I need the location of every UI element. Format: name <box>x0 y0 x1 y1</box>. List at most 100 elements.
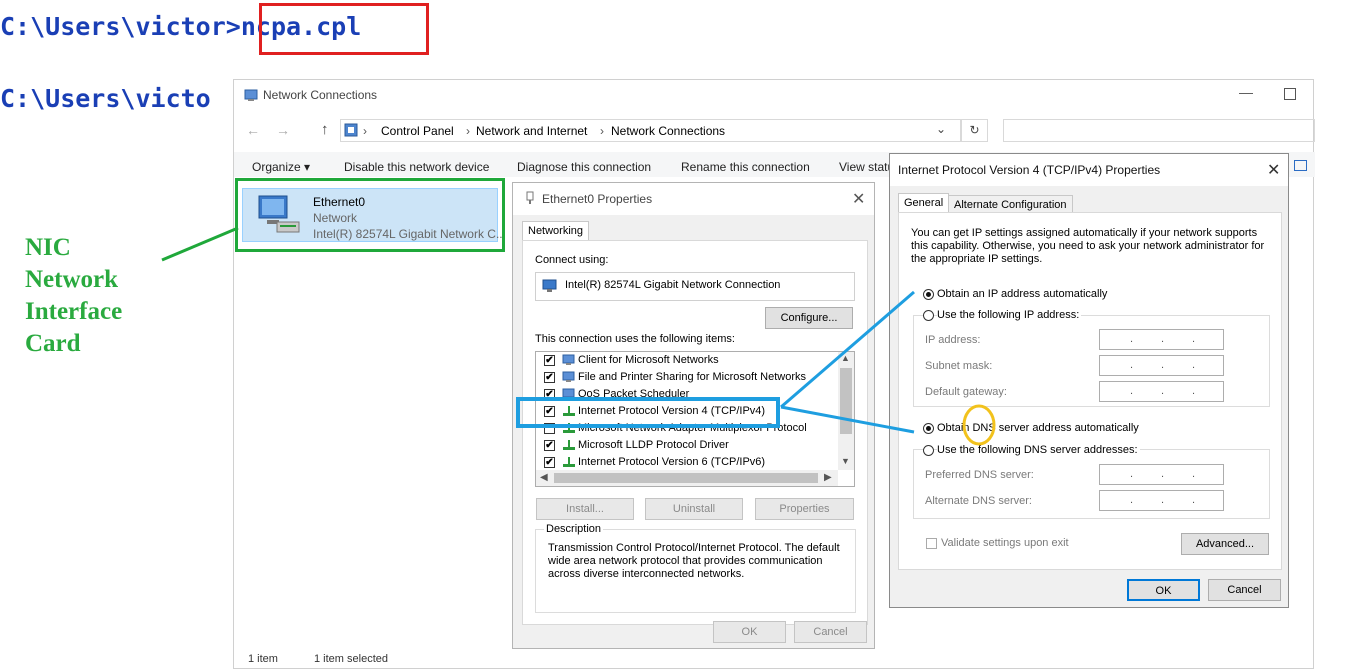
control-panel-icon <box>344 123 358 137</box>
item-label: File and Printer Sharing for Microsoft N… <box>578 371 807 383</box>
item-checkbox[interactable]: ✔ <box>544 457 555 468</box>
scroll-right-icon[interactable]: ▶ <box>824 472 832 483</box>
ethernet-icon <box>524 191 536 205</box>
dialog-title: Ethernet0 Properties <box>542 192 653 206</box>
description-label: Description <box>544 523 604 535</box>
view-status-button[interactable]: View statu <box>839 160 894 174</box>
alternate-dns-field[interactable]: ... <box>1099 490 1224 511</box>
list-item[interactable]: ✔ File and Printer Sharing for Microsoft… <box>542 370 842 387</box>
protocol-icon <box>563 457 575 467</box>
refresh-icon[interactable]: ↻ <box>961 119 988 142</box>
command-highlight-box <box>259 3 429 55</box>
scroll-up-icon[interactable]: ▲ <box>841 353 850 363</box>
list-item[interactable]: ✔ Microsoft LLDP Protocol Driver <box>542 438 842 455</box>
nic-icon <box>542 279 558 293</box>
validate-checkbox[interactable] <box>926 538 937 549</box>
window-title: Network Connections <box>263 88 378 102</box>
item-label: Microsoft LLDP Protocol Driver <box>578 439 729 451</box>
close-icon[interactable]: ✕ <box>852 189 865 209</box>
status-selected: 1 item selected <box>314 653 388 665</box>
nic-highlight-box <box>235 178 505 252</box>
rename-button[interactable]: Rename this connection <box>681 160 810 174</box>
organize-menu[interactable]: Organize ▾ <box>252 160 310 174</box>
vertical-scrollbar[interactable]: ▲ ▼ <box>838 352 854 470</box>
subnet-mask-field[interactable]: ... <box>1099 355 1224 376</box>
adapter-field-text: Intel(R) 82574L Gigabit Network Connecti… <box>565 279 781 291</box>
use-dns-radio[interactable] <box>923 445 934 456</box>
terminal-line-2: C:\Users\victo <box>0 84 211 113</box>
terminal-arrow: > <box>225 12 241 41</box>
tab-alternate-configuration[interactable]: Alternate Configuration <box>948 195 1073 213</box>
obtain-ip-radio[interactable] <box>923 289 934 300</box>
use-dns-label[interactable]: Use the following DNS server addresses: <box>937 444 1140 456</box>
default-gateway-field[interactable]: ... <box>1099 381 1224 402</box>
properties-button[interactable]: Properties <box>755 498 854 520</box>
items-label: This connection uses the following items… <box>535 333 735 345</box>
address-dropdown-icon[interactable]: ⌄ <box>936 122 946 136</box>
tab-networking[interactable]: Networking <box>522 221 590 241</box>
item-checkbox[interactable]: ✔ <box>544 372 555 383</box>
validate-label: Validate settings upon exit <box>941 537 1069 549</box>
obtain-dns-label[interactable]: Obtain DNS server address automatically <box>937 422 1139 434</box>
ip-address-field[interactable]: ... <box>1099 329 1224 350</box>
nic-pointer-line <box>161 226 239 262</box>
file-sharing-icon <box>562 371 575 382</box>
uninstall-button[interactable]: Uninstall <box>645 498 743 520</box>
nic-line-4: Card <box>25 330 81 357</box>
description-group: Description Transmission Control Protoco… <box>535 523 856 613</box>
networking-panel: Connect using: Intel(R) 82574L Gigabit N… <box>522 240 868 625</box>
ipv4-dialog-title: Internet Protocol Version 4 (TCP/IPv4) P… <box>898 163 1161 177</box>
disable-device-button[interactable]: Disable this network device <box>344 160 489 174</box>
up-arrow-icon[interactable]: ↑ <box>321 121 329 138</box>
breadcrumb-network-connections[interactable]: Network Connections <box>611 124 725 138</box>
breadcrumb-control-panel[interactable]: Control Panel <box>381 124 454 138</box>
scroll-left-icon[interactable]: ◀ <box>540 472 548 483</box>
status-item-count: 1 item <box>248 653 278 665</box>
forward-arrow-icon[interactable]: → <box>276 122 290 138</box>
configure-button[interactable]: Configure... <box>765 307 853 329</box>
nic-line-1: NIC <box>25 234 71 261</box>
ip-address-label: IP address: <box>925 334 981 346</box>
obtain-ip-label[interactable]: Obtain an IP address automatically <box>937 288 1107 300</box>
maximize-icon[interactable] <box>1284 88 1296 100</box>
hscrollbar-thumb[interactable] <box>554 473 818 483</box>
item-checkbox[interactable]: ✔ <box>544 440 555 451</box>
preferred-dns-field[interactable]: ... <box>1099 464 1224 485</box>
nic-annotation: NIC Network Interface Card <box>25 232 122 360</box>
horizontal-scrollbar[interactable]: ◀ ▶ <box>536 470 838 486</box>
list-item[interactable]: ✔ Client for Microsoft Networks <box>542 353 842 370</box>
scrollbar-thumb[interactable] <box>840 368 852 434</box>
item-label: Internet Protocol Version 6 (TCP/IPv6) <box>578 456 766 468</box>
tab-general[interactable]: General <box>898 193 950 213</box>
description-text: Transmission Control Protocol/Internet P… <box>548 542 840 580</box>
breadcrumb-chevron-icon: › <box>363 124 367 138</box>
view-pane-icon[interactable] <box>1294 160 1307 171</box>
scroll-down-icon[interactable]: ▼ <box>841 456 850 466</box>
use-ip-radio[interactable] <box>923 310 934 321</box>
item-checkbox[interactable]: ✔ <box>544 355 555 366</box>
ok-button[interactable]: OK <box>713 621 786 643</box>
network-client-icon <box>562 354 575 365</box>
general-panel: You can get IP settings assigned automat… <box>898 212 1282 570</box>
back-arrow-icon[interactable]: ← <box>246 122 260 138</box>
cancel-button[interactable]: Cancel <box>1208 579 1281 601</box>
alternate-dns-label: Alternate DNS server: <box>925 495 1032 507</box>
connect-using-label: Connect using: <box>535 254 609 266</box>
diagnose-button[interactable]: Diagnose this connection <box>517 160 651 174</box>
protocol-icon <box>563 440 575 450</box>
nic-line-2: Network <box>25 266 119 293</box>
address-bar[interactable]: › Control Panel › Network and Internet ›… <box>340 119 961 142</box>
breadcrumb-network-internet[interactable]: Network and Internet <box>476 124 587 138</box>
breadcrumb-chevron-icon: › <box>600 124 604 138</box>
obtain-dns-radio[interactable] <box>923 423 934 434</box>
ok-button[interactable]: OK <box>1127 579 1200 601</box>
ipv4-highlight-box <box>516 397 780 428</box>
advanced-button[interactable]: Advanced... <box>1181 533 1269 555</box>
cancel-button[interactable]: Cancel <box>794 621 867 643</box>
close-icon[interactable]: ✕ <box>1267 160 1280 180</box>
subnet-mask-label: Subnet mask: <box>925 360 993 372</box>
install-button[interactable]: Install... <box>536 498 634 520</box>
search-input[interactable] <box>1003 119 1315 142</box>
use-ip-label[interactable]: Use the following IP address: <box>937 309 1082 321</box>
minimize-icon[interactable]: — <box>1239 84 1255 100</box>
